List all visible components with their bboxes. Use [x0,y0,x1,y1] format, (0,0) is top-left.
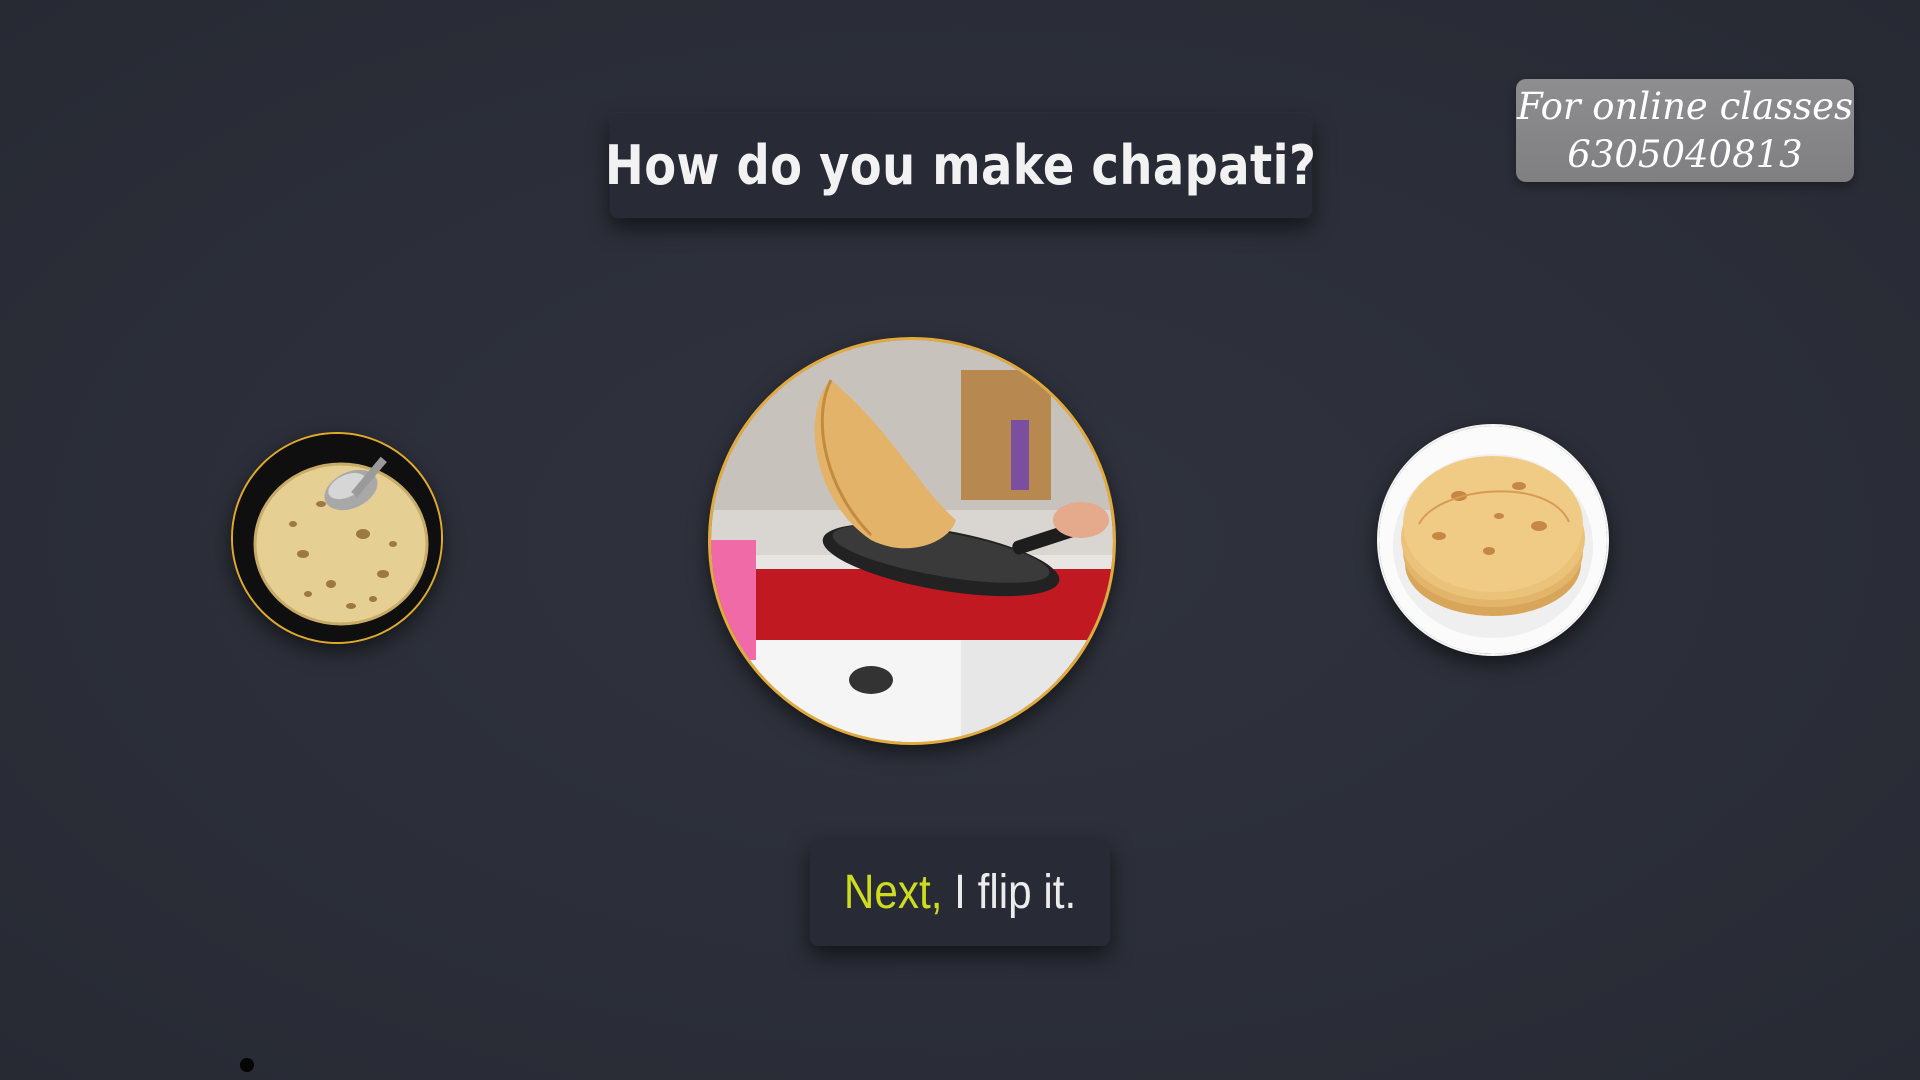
video-frame: How do you make chapati? For online clas… [0,0,1920,1080]
promo-phone-number: 6305040813 [1567,132,1803,176]
plate-stack-icon [1379,426,1607,654]
chapati-with-spoon-icon [233,434,441,642]
subtitle-card: Next, I flip it. [810,838,1110,946]
flipping-chapati-image [708,337,1116,745]
subtitle-rest: I flip it. [942,865,1077,919]
chapati-stack-image [1377,424,1609,656]
page-title: How do you make chapati? [605,134,1317,197]
subtitle-highlight: Next, [843,865,943,919]
cursor-dot [240,1058,254,1072]
promo-badge: For online classes 6305040813 [1516,79,1854,182]
title-card: How do you make chapati? [605,113,1316,218]
pan-flip-icon [711,340,1113,742]
promo-line-1: For online classes [1516,84,1854,128]
chapati-on-pan-image [231,432,443,644]
subtitle-text: Next, I flip it. [844,865,1076,920]
